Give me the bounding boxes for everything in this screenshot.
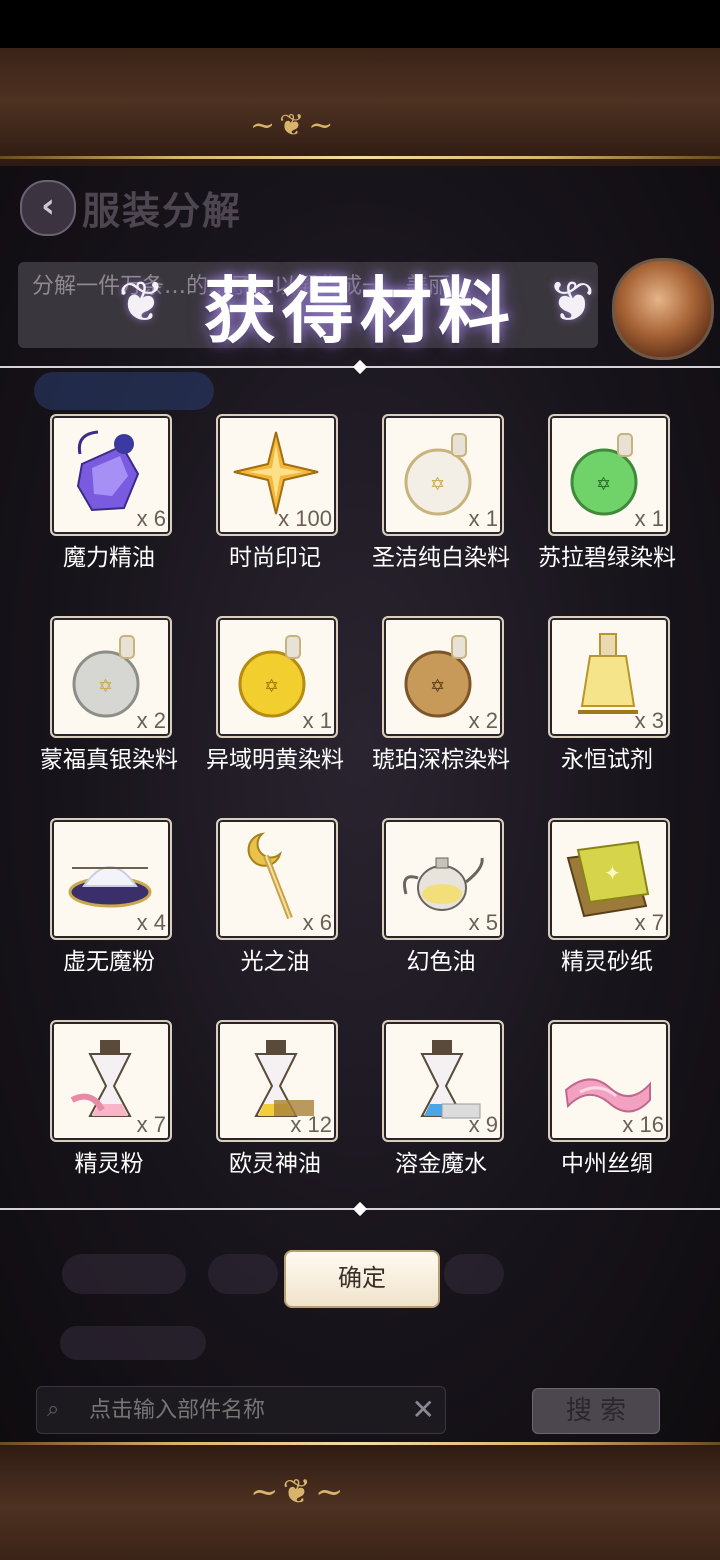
item-name: 精灵粉 (74, 1151, 144, 1177)
item-card: x 16 (548, 1020, 670, 1142)
item-name: 魔力精油 (63, 545, 155, 571)
item-card: x 3 (548, 616, 670, 738)
laurel-right-icon: ❦ (548, 270, 595, 335)
item-quantity: x 4 (136, 910, 166, 935)
item-quantity: x 3 (634, 708, 664, 733)
item-quantity: x 1 (634, 506, 664, 531)
item-name: 欧灵神油 (229, 1151, 321, 1177)
item-quantity: x 12 (290, 1112, 332, 1137)
item-quantity: x 6 (302, 910, 332, 935)
reward-item[interactable]: ✡ x 1 苏拉碧绿染料 (524, 412, 690, 582)
item-name: 永恒试剂 (561, 747, 653, 773)
search-box[interactable]: ⌕ ✕ (36, 1386, 446, 1434)
reward-item[interactable]: x 5 幻色油 (358, 816, 524, 986)
status-bar (0, 0, 720, 48)
bottom-divider (0, 1201, 720, 1217)
item-name: 精灵砂纸 (561, 949, 653, 975)
item-name: 苏拉碧绿染料 (538, 545, 676, 571)
item-name: 异域明黄染料 (206, 747, 344, 773)
item-card: x 6 (216, 818, 338, 940)
svg-text:✦: ✦ (604, 861, 621, 885)
item-quantity: x 7 (634, 910, 664, 935)
item-name: 光之油 (240, 949, 310, 975)
dimmed-pill (62, 1254, 186, 1294)
reward-item[interactable]: ✡ x 1 异域明黄染料 (192, 614, 358, 784)
item-name: 蒙福真银染料 (40, 747, 178, 773)
item-name: 中州丝绸 (561, 1151, 653, 1177)
reward-item[interactable]: x 9 溶金魔水 (358, 1018, 524, 1188)
item-card: x 9 (382, 1020, 504, 1142)
item-card: x 5 (382, 818, 504, 940)
reward-item[interactable]: ✡ x 2 琥珀深棕染料 (358, 614, 524, 784)
item-card: ✡ x 2 (382, 616, 504, 738)
item-name: 圣洁纯白染料 (372, 545, 510, 571)
dimmed-pill (60, 1326, 206, 1360)
item-quantity: x 2 (136, 708, 166, 733)
item-card: x 4 (50, 818, 172, 940)
top-ornament-icon: ~❦~ (250, 108, 338, 143)
reward-item[interactable]: x 12 欧灵神油 (192, 1018, 358, 1188)
svg-text:✡: ✡ (596, 474, 611, 495)
search-input[interactable] (87, 1387, 411, 1433)
item-name: 虚无魔粉 (63, 949, 155, 975)
item-quantity: x 1 (468, 506, 498, 531)
svg-text:✡: ✡ (430, 474, 445, 495)
item-quantity: x 6 (136, 506, 166, 531)
item-card: ✡ x 1 (216, 616, 338, 738)
search-icon: ⌕ (47, 1397, 60, 1422)
item-card: ✡ x 1 (548, 414, 670, 536)
bottom-ornament-icon: ~❦~ (250, 1472, 348, 1512)
top-frame: ~❦~ (0, 48, 720, 166)
reward-item[interactable]: x 7 精灵粉 (26, 1018, 192, 1188)
top-gold-line (0, 156, 720, 159)
item-card: ✦ x 7 (548, 818, 670, 940)
item-quantity: x 5 (468, 910, 498, 935)
item-quantity: x 9 (468, 1112, 498, 1137)
top-divider (0, 359, 720, 375)
dimmed-pill (208, 1254, 278, 1294)
item-card: x 6 (50, 414, 172, 536)
item-card: ✡ x 2 (50, 616, 172, 738)
svg-text:✡: ✡ (430, 676, 445, 697)
back-button[interactable]: ‹ (20, 180, 76, 236)
reward-banner: 获得材料 (0, 266, 720, 356)
reward-item[interactable]: ✦ x 7 精灵砂纸 (524, 816, 690, 986)
item-name: 时尚印记 (229, 545, 321, 571)
bottom-gold-line (0, 1442, 720, 1445)
item-card: x 100 (216, 414, 338, 536)
reward-item[interactable]: x 16 中州丝绸 (524, 1018, 690, 1188)
svg-text:✡: ✡ (98, 676, 113, 697)
reward-item[interactable]: ✡ x 1 圣洁纯白染料 (358, 412, 524, 582)
item-card: x 7 (50, 1020, 172, 1142)
search-button[interactable]: 搜 索 (532, 1388, 660, 1434)
reward-item[interactable]: x 4 虚无魔粉 (26, 816, 192, 986)
reward-item[interactable]: x 3 永恒试剂 (524, 614, 690, 784)
reward-title: 获得材料 (203, 268, 516, 353)
item-card: x 12 (216, 1020, 338, 1142)
item-name: 幻色油 (406, 949, 476, 975)
confirm-button[interactable]: 确定 (284, 1250, 440, 1308)
item-quantity: x 2 (468, 708, 498, 733)
reward-item[interactable]: ✡ x 2 蒙福真银染料 (26, 614, 192, 784)
reward-item[interactable]: x 6 光之油 (192, 816, 358, 986)
page-title: 服装分解 (82, 188, 243, 233)
reward-item[interactable]: x 6 魔力精油 (26, 412, 192, 582)
reward-item[interactable]: x 100 时尚印记 (192, 412, 358, 582)
item-name: 溶金魔水 (395, 1151, 487, 1177)
item-quantity: x 7 (136, 1112, 166, 1137)
svg-text:✡: ✡ (264, 676, 279, 697)
item-name: 琥珀深棕染料 (372, 747, 510, 773)
dimmed-tab (34, 372, 214, 410)
item-quantity: x 1 (302, 708, 332, 733)
bottom-frame: ~❦~ (0, 1442, 720, 1560)
item-card: ✡ x 1 (382, 414, 504, 536)
close-icon[interactable]: ✕ (412, 1393, 435, 1426)
dimmed-pill (444, 1254, 504, 1294)
item-quantity: x 16 (622, 1112, 664, 1137)
item-quantity: x 100 (278, 506, 332, 531)
